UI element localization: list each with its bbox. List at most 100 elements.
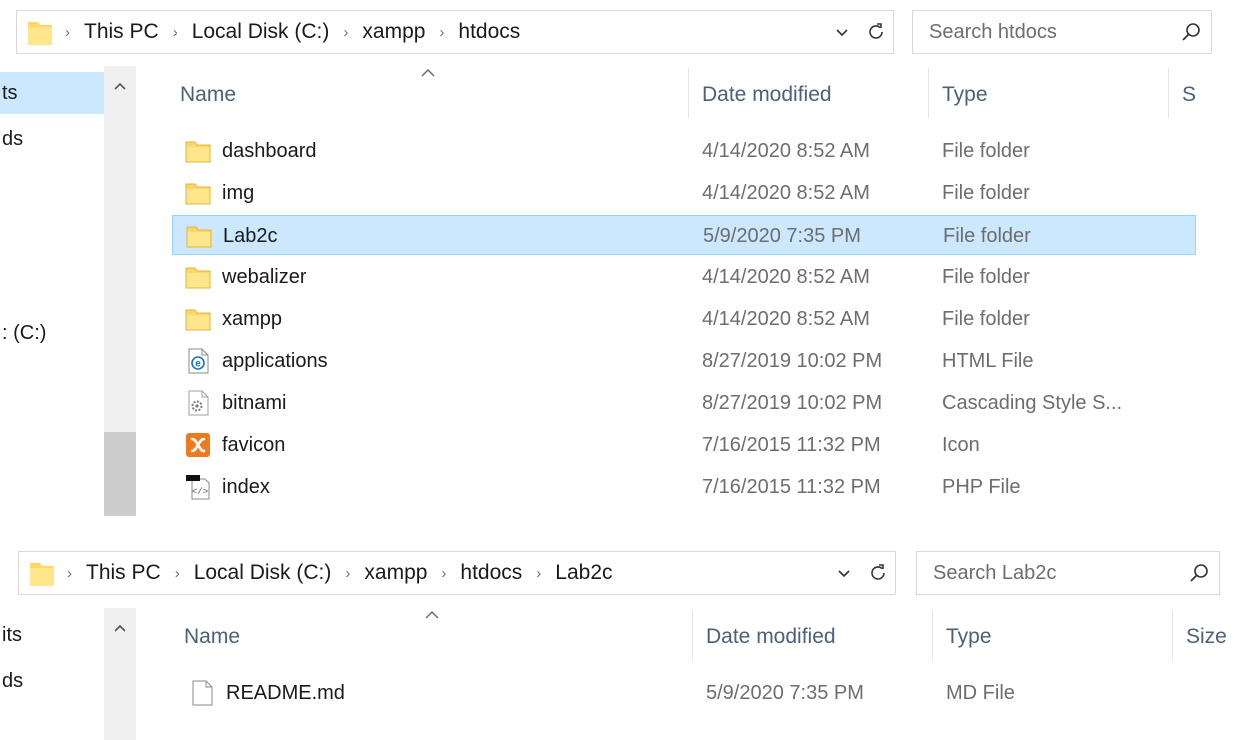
file-type: PHP File xyxy=(942,476,1021,498)
chevron-down-icon[interactable] xyxy=(835,564,853,582)
file-name: dashboard xyxy=(222,140,317,162)
file-type: Icon xyxy=(942,434,980,456)
nav-item-documents[interactable]: its xyxy=(0,614,22,656)
breadcrumb-lab2c[interactable]: Lab2c xyxy=(555,561,612,585)
scroll-up-icon[interactable] xyxy=(104,66,136,106)
folder-icon xyxy=(184,263,212,291)
nav-item-local-disk[interactable]: : (C:) xyxy=(0,312,46,354)
file-type: File folder xyxy=(942,308,1030,330)
column-header-size[interactable]: S xyxy=(1182,66,1196,124)
file-type: File folder xyxy=(942,140,1030,162)
file-type: MD File xyxy=(946,682,1015,704)
table-row[interactable]: </> index 7/16/2015 11:32 PM PHP File xyxy=(172,467,1196,507)
table-row[interactable]: img 4/14/2020 8:52 AM File folder xyxy=(172,173,1196,213)
breadcrumb-local-disk[interactable]: Local Disk (C:) xyxy=(192,20,330,44)
search-box[interactable]: Search Lab2c xyxy=(916,551,1220,595)
sort-ascending-icon xyxy=(424,608,440,620)
column-divider[interactable] xyxy=(692,610,693,660)
column-header-size[interactable]: Size xyxy=(1186,608,1227,666)
scrollbar-thumb[interactable] xyxy=(104,432,136,516)
svg-text:</>: </> xyxy=(192,487,208,497)
explorer-window-lab2c: › This PC › Local Disk (C:) › xampp › ht… xyxy=(0,542,1238,740)
column-header-type[interactable]: Type xyxy=(942,66,988,124)
folder-icon xyxy=(29,559,55,587)
file-date-modified: 5/9/2020 7:35 PM xyxy=(703,225,861,247)
breadcrumb: › This PC › Local Disk (C:) › xampp › ht… xyxy=(65,11,520,53)
column-header-date-modified[interactable]: Date modified xyxy=(702,66,832,124)
breadcrumb-xampp[interactable]: xampp xyxy=(362,20,425,44)
table-row[interactable]: README.md 5/9/2020 7:35 PM MD File xyxy=(176,673,1200,713)
chevron-right-icon: › xyxy=(67,564,72,582)
folder-icon xyxy=(184,305,212,333)
explorer-window-htdocs: › This PC › Local Disk (C:) › xampp › ht… xyxy=(0,0,1238,516)
refresh-icon[interactable] xyxy=(867,562,889,584)
nav-item-downloads[interactable]: ds xyxy=(0,660,23,702)
column-header-name[interactable]: Name xyxy=(180,66,236,124)
chevron-right-icon[interactable]: › xyxy=(441,565,446,582)
file-date-modified: 4/14/2020 8:52 AM xyxy=(702,182,870,204)
breadcrumb-htdocs[interactable]: htdocs xyxy=(460,561,522,585)
nav-item-downloads[interactable]: ds xyxy=(0,118,23,160)
table-row[interactable]: Lab2c 5/9/2020 7:35 PM File folder xyxy=(172,215,1196,255)
column-header-name[interactable]: Name xyxy=(184,608,240,666)
column-divider[interactable] xyxy=(1172,610,1173,660)
column-divider[interactable] xyxy=(932,610,933,660)
address-bar[interactable]: › This PC › Local Disk (C:) › xampp › ht… xyxy=(16,10,894,54)
chevron-right-icon[interactable]: › xyxy=(536,565,541,582)
text-file-icon xyxy=(188,679,216,707)
search-box[interactable]: Search htdocs xyxy=(912,10,1212,54)
chevron-right-icon[interactable]: › xyxy=(439,24,444,41)
column-header-type[interactable]: Type xyxy=(946,608,992,666)
column-header-date-modified[interactable]: Date modified xyxy=(706,608,836,666)
chevron-right-icon[interactable]: › xyxy=(173,24,178,41)
nav-item-documents[interactable]: ts xyxy=(0,72,104,114)
chevron-down-icon[interactable] xyxy=(833,23,851,41)
file-name: bitnami xyxy=(222,392,287,414)
scroll-up-icon[interactable] xyxy=(104,608,136,648)
nav-scrollbar[interactable] xyxy=(104,608,136,740)
file-name: index xyxy=(222,476,270,498)
file-date-modified: 4/14/2020 8:52 AM xyxy=(702,140,870,162)
breadcrumb-local-disk[interactable]: Local Disk (C:) xyxy=(194,561,332,585)
table-row[interactable]: bitnami 8/27/2019 10:02 PM Cascading Style… xyxy=(172,383,1196,423)
column-divider[interactable] xyxy=(1168,68,1169,118)
nav-scrollbar[interactable] xyxy=(104,66,136,516)
table-row[interactable]: e applications 8/27/2019 10:02 PM HTML Fil… xyxy=(172,341,1196,381)
file-type: File folder xyxy=(943,225,1031,247)
column-divider[interactable] xyxy=(928,68,929,118)
file-name: applications xyxy=(222,350,328,372)
file-date-modified: 7/16/2015 11:32 PM xyxy=(702,434,881,456)
column-divider[interactable] xyxy=(688,68,689,118)
file-date-modified: 7/16/2015 11:32 PM xyxy=(702,476,881,498)
search-icon[interactable] xyxy=(1181,22,1201,42)
file-type: HTML File xyxy=(942,350,1034,372)
chevron-right-icon: › xyxy=(65,23,70,41)
table-row[interactable]: dashboard 4/14/2020 8:52 AM File folder xyxy=(172,131,1196,171)
table-row[interactable]: favicon 7/16/2015 11:32 PM Icon xyxy=(172,425,1196,465)
breadcrumb-xampp[interactable]: xampp xyxy=(364,561,427,585)
search-placeholder: Search htdocs xyxy=(929,21,1057,43)
folder-icon xyxy=(185,222,213,250)
css-file-icon xyxy=(184,389,212,417)
refresh-icon[interactable] xyxy=(865,21,887,43)
breadcrumb-this-pc[interactable]: This PC xyxy=(86,561,161,585)
file-date-modified: 8/27/2019 10:02 PM xyxy=(702,392,883,414)
file-name: img xyxy=(222,182,255,204)
file-date-modified: 5/9/2020 7:35 PM xyxy=(706,682,864,704)
breadcrumb-htdocs[interactable]: htdocs xyxy=(458,20,520,44)
php-file-icon: </> xyxy=(184,473,212,501)
table-row[interactable]: xampp 4/14/2020 8:52 AM File folder xyxy=(172,299,1196,339)
file-date-modified: 4/14/2020 8:52 AM xyxy=(702,266,870,288)
chevron-right-icon[interactable]: › xyxy=(345,565,350,582)
folder-icon xyxy=(27,18,53,46)
svg-text:e: e xyxy=(195,359,201,370)
html-file-icon: e xyxy=(184,347,212,375)
table-row[interactable]: webalizer 4/14/2020 8:52 AM File folder xyxy=(172,257,1196,297)
search-icon[interactable] xyxy=(1189,563,1209,583)
chevron-right-icon[interactable]: › xyxy=(343,24,348,41)
breadcrumb-this-pc[interactable]: This PC xyxy=(84,20,159,44)
address-bar[interactable]: › This PC › Local Disk (C:) › xampp › ht… xyxy=(18,551,896,595)
chevron-right-icon[interactable]: › xyxy=(175,565,180,582)
file-date-modified: 4/14/2020 8:52 AM xyxy=(702,308,870,330)
xampp-icon-file-icon xyxy=(184,431,212,459)
